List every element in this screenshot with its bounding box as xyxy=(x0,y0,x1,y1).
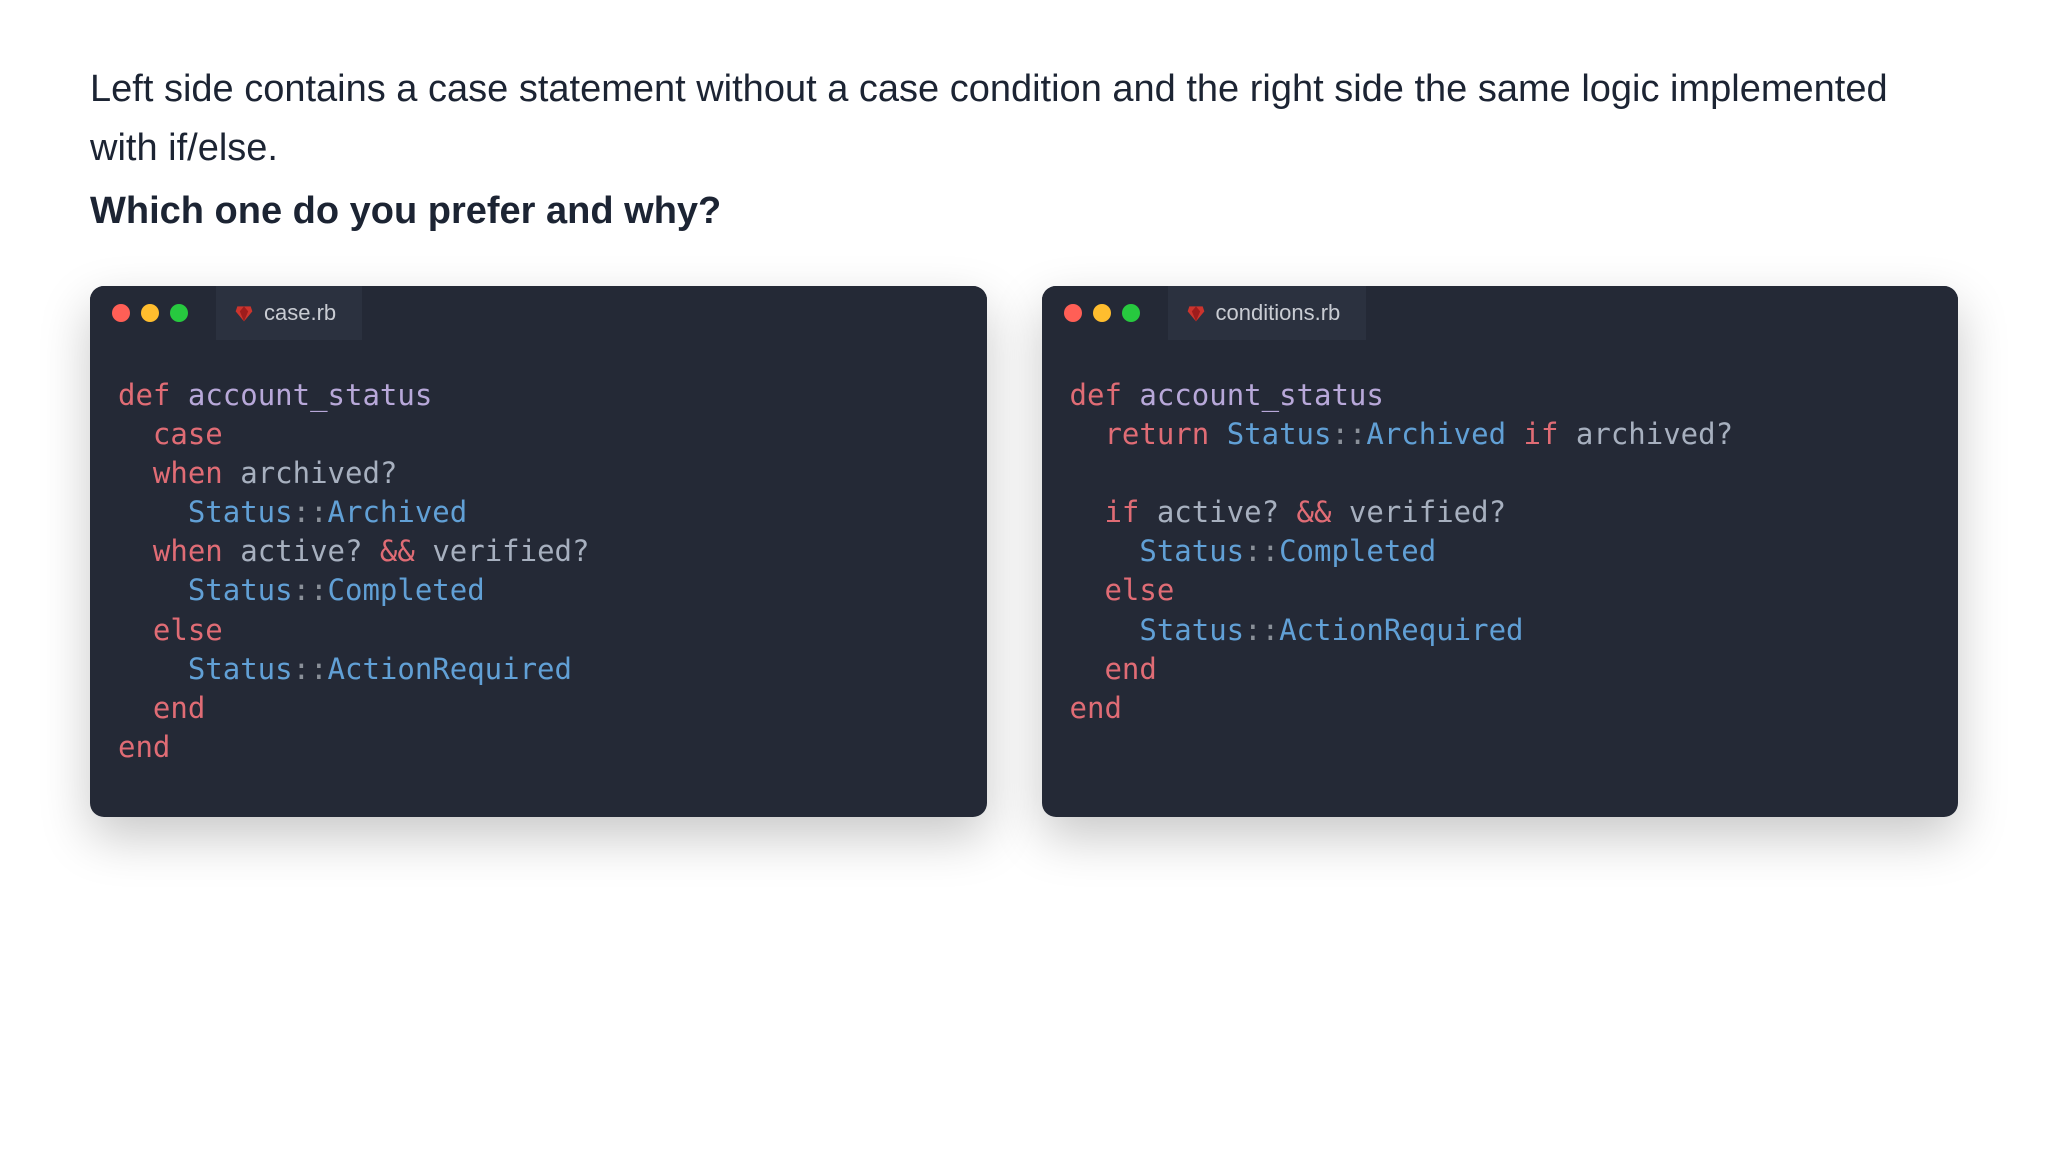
code-body-left: def account_status case when archived? S… xyxy=(90,340,987,817)
maximize-icon[interactable] xyxy=(170,304,188,322)
keyword-return: return xyxy=(1104,417,1209,451)
traffic-lights xyxy=(112,304,188,322)
ident-archived: archived? xyxy=(1576,417,1733,451)
const-status: Status xyxy=(188,652,293,686)
double-colon: :: xyxy=(1244,613,1279,647)
keyword-end: end xyxy=(118,730,170,764)
tab-left[interactable]: case.rb xyxy=(216,286,362,340)
keyword-else: else xyxy=(153,613,223,647)
ruby-icon xyxy=(234,303,254,323)
double-colon: :: xyxy=(293,573,328,607)
tab-right[interactable]: conditions.rb xyxy=(1168,286,1367,340)
keyword-case: case xyxy=(153,417,223,451)
operator-and: && xyxy=(380,534,415,568)
code-body-right: def account_status return Status::Archiv… xyxy=(1042,340,1958,778)
close-icon[interactable] xyxy=(1064,304,1082,322)
method-name: account_status xyxy=(1139,378,1383,412)
double-colon: :: xyxy=(1244,534,1279,568)
const-status: Status xyxy=(1227,417,1332,451)
keyword-if: if xyxy=(1104,495,1139,529)
const-status: Status xyxy=(1139,534,1244,568)
const-actionrequired: ActionRequired xyxy=(328,652,572,686)
traffic-lights xyxy=(1064,304,1140,322)
const-completed: Completed xyxy=(1279,534,1436,568)
keyword-def: def xyxy=(1070,378,1122,412)
const-status: Status xyxy=(188,573,293,607)
minimize-icon[interactable] xyxy=(1093,304,1111,322)
maximize-icon[interactable] xyxy=(1122,304,1140,322)
code-window-left: case.rb def account_status case when arc… xyxy=(90,286,987,817)
keyword-if: if xyxy=(1524,417,1559,451)
double-colon: :: xyxy=(293,495,328,529)
keyword-def: def xyxy=(118,378,170,412)
ident-active: active? xyxy=(240,534,362,568)
ruby-icon xyxy=(1186,303,1206,323)
const-actionrequired: ActionRequired xyxy=(1279,613,1523,647)
ident-active: active? xyxy=(1157,495,1279,529)
tab-label-left: case.rb xyxy=(264,300,336,326)
const-completed: Completed xyxy=(328,573,485,607)
ident-verified: verified? xyxy=(1349,495,1506,529)
minimize-icon[interactable] xyxy=(141,304,159,322)
close-icon[interactable] xyxy=(112,304,130,322)
tab-label-right: conditions.rb xyxy=(1216,300,1341,326)
window-titlebar-left: case.rb xyxy=(90,286,987,340)
ident-archived: archived? xyxy=(240,456,397,490)
description-text: Left side contains a case statement with… xyxy=(90,60,1958,178)
operator-and: && xyxy=(1297,495,1332,529)
code-window-right: conditions.rb def account_status return … xyxy=(1042,286,1958,817)
method-name: account_status xyxy=(188,378,432,412)
ident-verified: verified? xyxy=(432,534,589,568)
keyword-when: when xyxy=(153,456,223,490)
keyword-when: when xyxy=(153,534,223,568)
keyword-end: end xyxy=(1070,691,1122,725)
keyword-end: end xyxy=(1104,652,1156,686)
const-archived: Archived xyxy=(1366,417,1506,451)
question-text: Which one do you prefer and why? xyxy=(90,182,1958,241)
double-colon: :: xyxy=(1331,417,1366,451)
const-status: Status xyxy=(1139,613,1244,647)
const-archived: Archived xyxy=(328,495,468,529)
keyword-end: end xyxy=(153,691,205,725)
const-status: Status xyxy=(188,495,293,529)
double-colon: :: xyxy=(293,652,328,686)
code-panels: case.rb def account_status case when arc… xyxy=(90,286,1958,817)
window-titlebar-right: conditions.rb xyxy=(1042,286,1958,340)
keyword-else: else xyxy=(1104,573,1174,607)
